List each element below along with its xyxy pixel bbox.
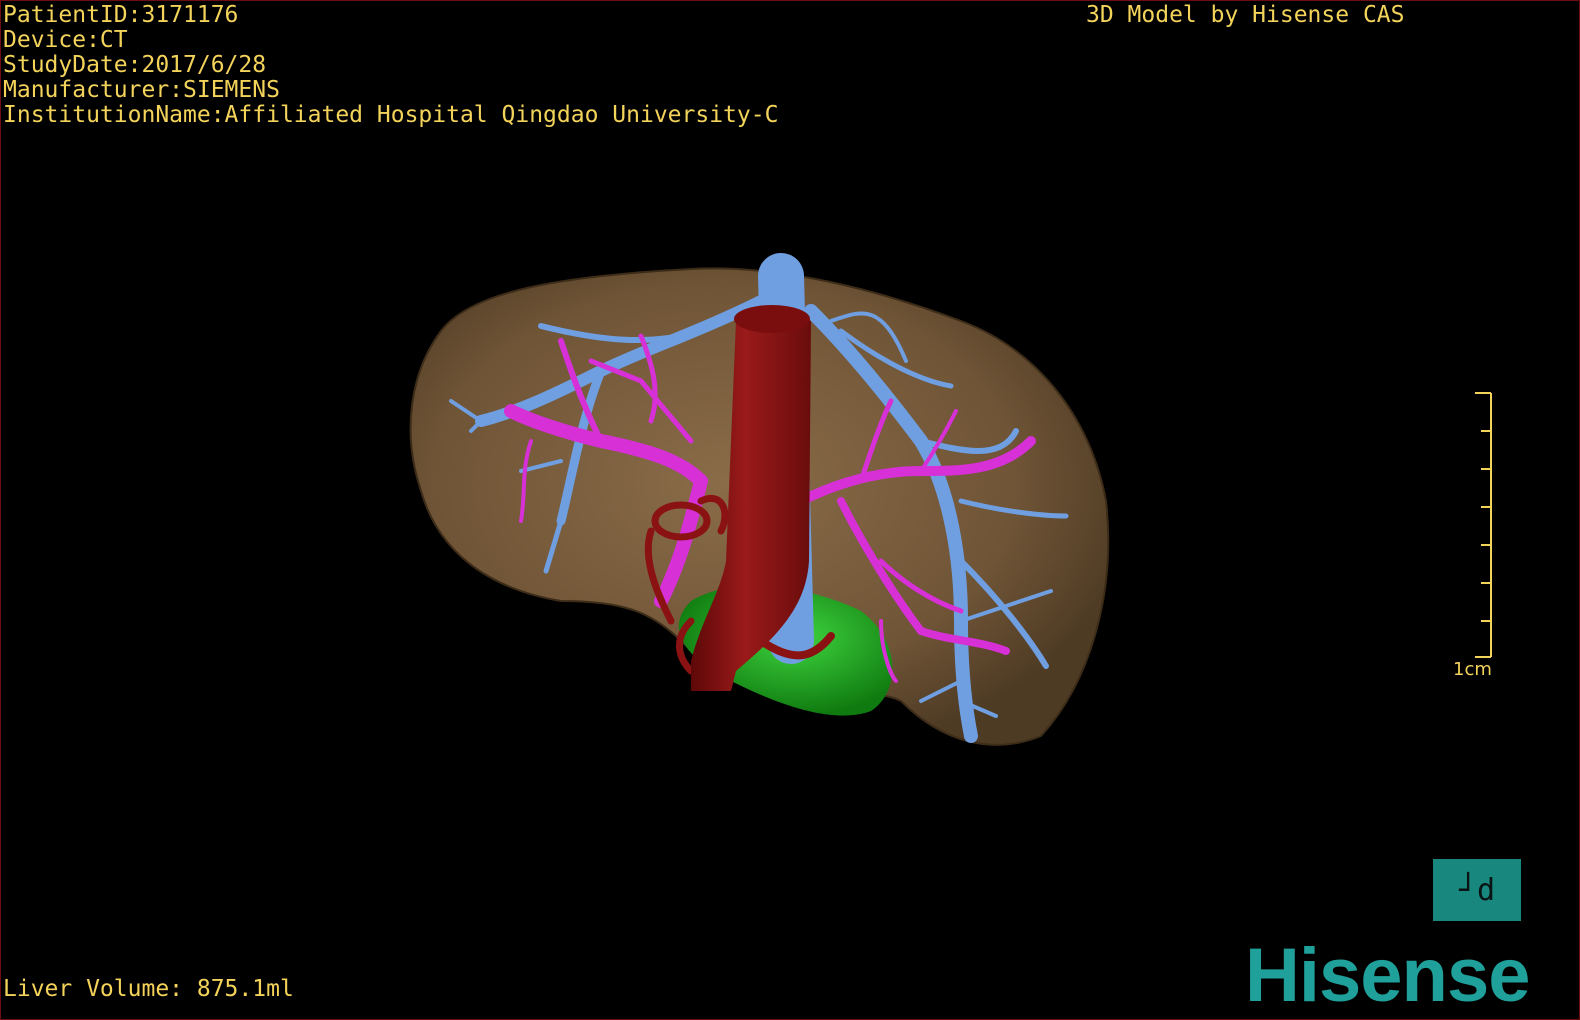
orientation-cube-label: ┘d: [1458, 872, 1496, 908]
model-credit: 3D Model by Hisense CAS: [1086, 2, 1405, 28]
3d-viewport[interactable]: PatientID:3171176 Device:CT StudyDate:20…: [0, 0, 1580, 1020]
liver-volume: Liver Volume: 875.1ml: [3, 976, 294, 1002]
study-date: StudyDate:2017/6/28: [3, 52, 267, 78]
patient-info-overlay: PatientID:3171176 Device:CT StudyDate:20…: [3, 3, 778, 128]
orientation-cube[interactable]: ┘d: [1433, 859, 1521, 921]
scale-bar: [1475, 392, 1492, 658]
liver-3d-model[interactable]: [1, 1, 1580, 1020]
scale-bar-label: 1cm: [1453, 659, 1492, 680]
aorta-top: [734, 305, 810, 333]
hisense-logo: Hisense: [1245, 933, 1530, 1018]
manufacturer: Manufacturer:SIEMENS: [3, 77, 280, 103]
institution-name: InstitutionName:Affiliated Hospital Qing…: [3, 102, 779, 128]
device: Device:CT: [3, 27, 128, 53]
patient-id: PatientID:3171176: [3, 2, 239, 28]
